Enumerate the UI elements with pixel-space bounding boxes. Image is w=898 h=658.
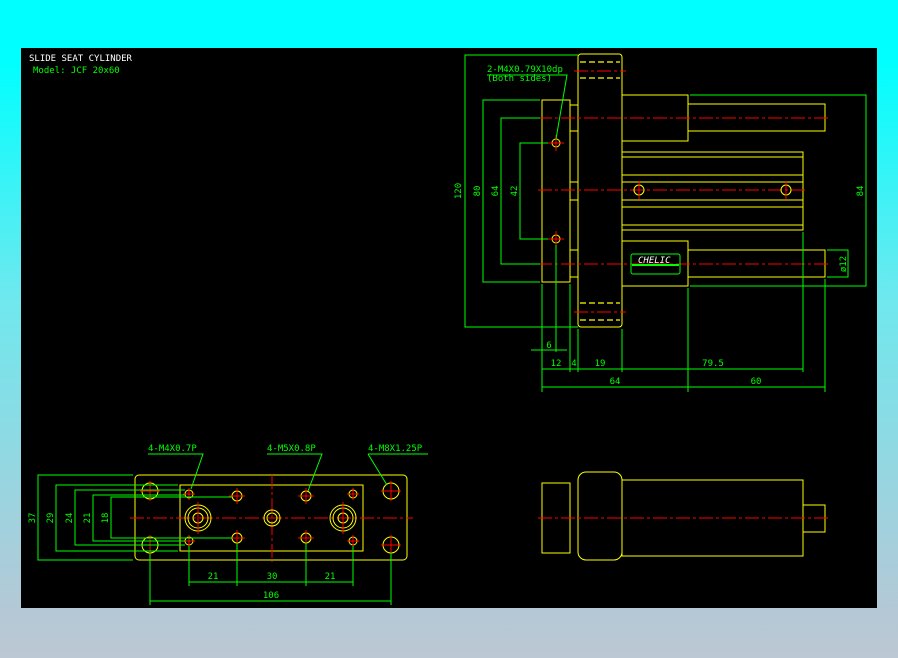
svg-text:60: 60 (751, 377, 762, 387)
drawing-canvas (21, 48, 877, 608)
svg-text:37: 37 (28, 513, 38, 524)
cad-drawing: SLIDE SEAT CYLINDER Model: JCF 20x60 CHE… (21, 48, 877, 608)
drawing-title: SLIDE SEAT CYLINDER (29, 54, 133, 64)
svg-text:21: 21 (325, 572, 336, 582)
svg-text:12: 12 (551, 359, 562, 369)
svg-text:4-M4X0.7P: 4-M4X0.7P (148, 444, 197, 454)
svg-text:106: 106 (263, 591, 279, 601)
svg-text:CHELIC: CHELIC (638, 256, 671, 266)
model-label: Model: JCF 20x60 (33, 66, 120, 76)
svg-text:19: 19 (595, 359, 606, 369)
svg-text:42: 42 (510, 186, 520, 197)
svg-text:64: 64 (610, 377, 621, 387)
svg-text:30: 30 (267, 572, 278, 582)
svg-text:4-M5X0.8P: 4-M5X0.8P (267, 444, 316, 454)
svg-text:4-M8X1.25P: 4-M8X1.25P (368, 444, 423, 454)
svg-text:ø12: ø12 (839, 256, 849, 272)
svg-text:80: 80 (473, 186, 483, 197)
svg-text:29: 29 (46, 513, 56, 524)
svg-text:79.5: 79.5 (702, 359, 724, 369)
svg-text:(Both sides): (Both sides) (487, 74, 552, 84)
svg-text:21: 21 (208, 572, 219, 582)
svg-text:84: 84 (856, 186, 866, 197)
svg-text:21: 21 (83, 513, 93, 524)
svg-text:18: 18 (101, 513, 111, 524)
svg-text:6: 6 (546, 341, 551, 351)
svg-text:120: 120 (454, 183, 464, 199)
svg-text:64: 64 (491, 186, 501, 197)
svg-text:4: 4 (571, 359, 576, 369)
svg-text:24: 24 (65, 513, 75, 524)
